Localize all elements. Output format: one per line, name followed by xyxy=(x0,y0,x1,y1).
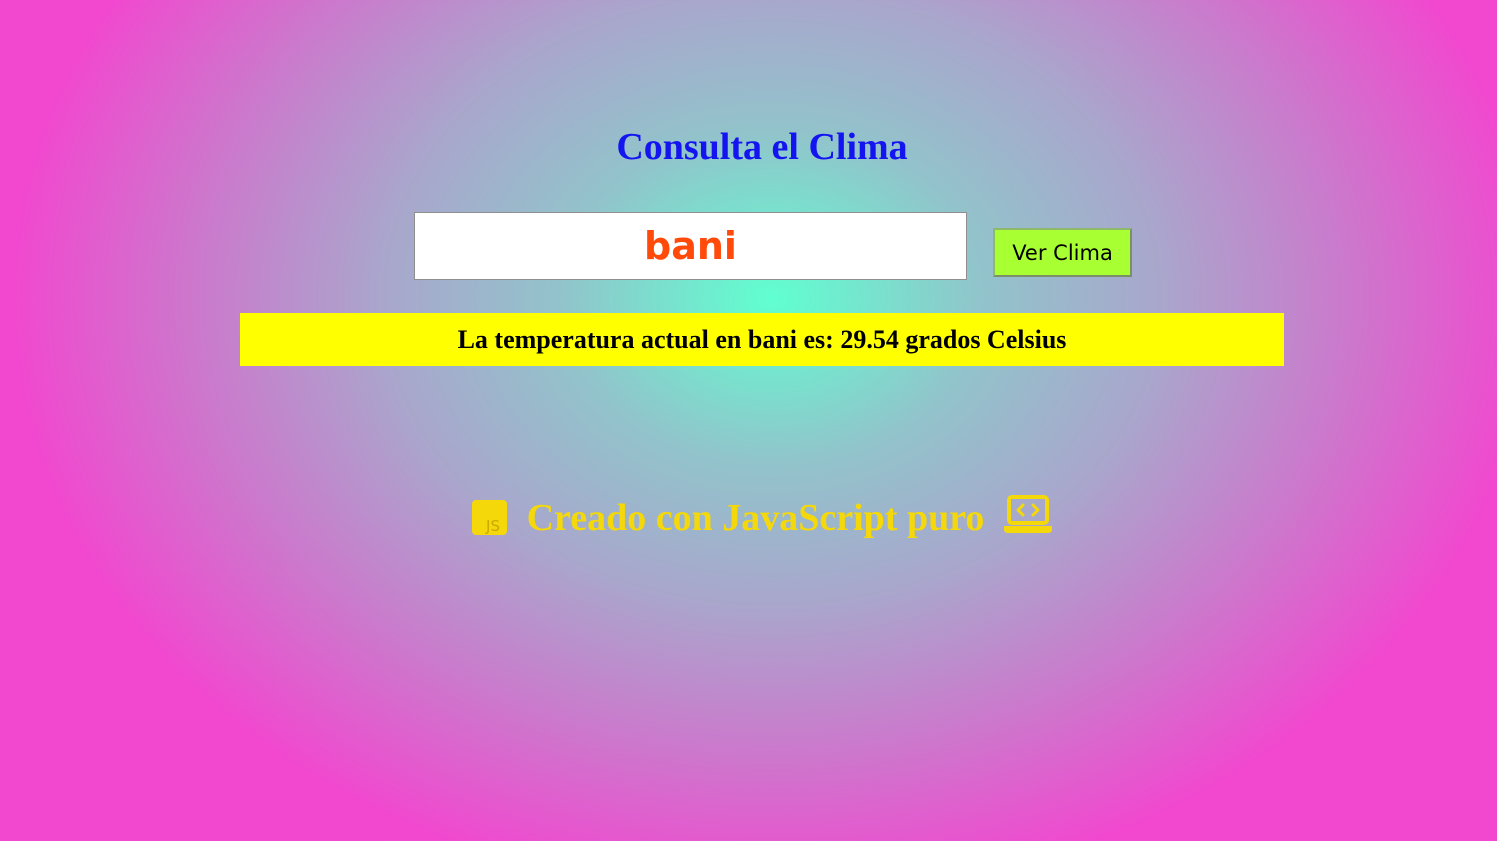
footer-text: Creado con JavaScript puro xyxy=(526,497,985,539)
weather-result-text: La temperatura actual en bani es: 29.54 … xyxy=(457,325,1067,354)
ver-clima-button[interactable]: Ver Clima xyxy=(993,228,1132,277)
svg-text:JS: JS xyxy=(485,517,500,535)
javascript-icon: JS xyxy=(472,497,517,539)
page-title: Consulta el Clima xyxy=(616,126,908,168)
city-input[interactable] xyxy=(414,212,967,280)
footer-credit: JS Creado con JavaScript puro xyxy=(0,492,1497,544)
laptop-code-icon xyxy=(994,495,1052,539)
weather-result: La temperatura actual en bani es: 29.54 … xyxy=(240,313,1284,366)
